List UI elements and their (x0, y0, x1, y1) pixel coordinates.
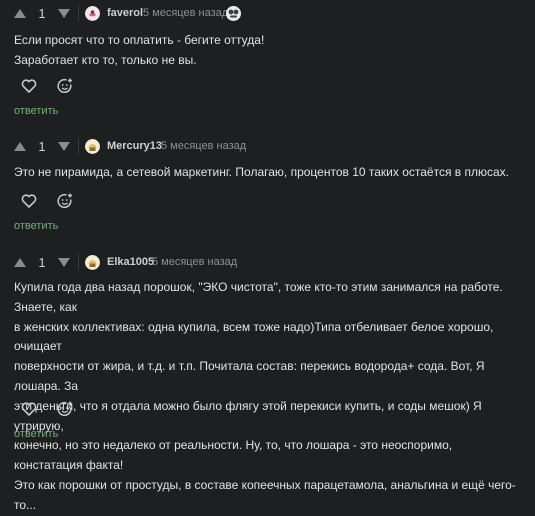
comment-line: в женских коллективах: одна купила, всем… (14, 319, 494, 354)
score: 1 (38, 254, 46, 270)
heart-icon[interactable] (20, 400, 38, 418)
emoji-add-icon[interactable] (56, 400, 74, 418)
comment-line: поверхности от жира, и т.д. и т.п. Почит… (14, 359, 485, 393)
avatar[interactable] (85, 139, 100, 154)
author-name[interactable]: Mercury13 (107, 140, 162, 152)
arrow-down-icon[interactable] (57, 8, 70, 18)
user-badge-icon (226, 6, 241, 21)
divider (78, 5, 79, 21)
reply-link[interactable]: ответить (14, 105, 58, 117)
comment-date: 5 месяцев назад (152, 256, 238, 268)
arrow-down-icon[interactable] (57, 257, 70, 267)
divider (78, 138, 79, 154)
vote-bar: 1 (14, 135, 70, 157)
heart-icon[interactable] (20, 77, 38, 95)
emoji-add-icon[interactable] (56, 77, 74, 95)
comment-date: 5 месяцев назад (143, 7, 229, 19)
arrow-down-icon[interactable] (57, 141, 70, 151)
comment-line: Если просят что то оплатить - бегите отт… (14, 33, 265, 47)
vote-bar: 1 (14, 251, 70, 273)
comment-date: 5 месяцев назад (161, 140, 247, 152)
reply-link[interactable]: ответить (14, 428, 58, 440)
vote-bar: 1 (14, 2, 70, 24)
avatar[interactable] (85, 255, 100, 270)
heart-icon[interactable] (20, 192, 38, 210)
comment-line: Заработает кто то, только не вы. (14, 52, 197, 67)
comment-line: эти деньги, что я отдала можно было фляг… (14, 398, 482, 433)
comment-line: Это не пирамида, а сетевой маркетинг. По… (14, 165, 509, 179)
arrow-up-icon[interactable] (14, 141, 26, 151)
avatar[interactable] (85, 6, 100, 21)
arrow-up-icon[interactable] (14, 8, 26, 18)
author-name[interactable]: Elka1005 (107, 256, 154, 268)
emoji-add-icon[interactable] (56, 192, 74, 210)
arrow-up-icon[interactable] (14, 257, 26, 267)
comment-text: Это не пирамида, а сетевой маркетинг. По… (14, 163, 519, 183)
score: 1 (38, 5, 46, 21)
comment-line: конечно, но это недалеко от реальности. … (14, 438, 453, 473)
reply-link[interactable]: ответить (14, 220, 58, 232)
score: 1 (38, 138, 46, 154)
divider (78, 254, 79, 270)
author-name[interactable]: faverol (107, 7, 143, 19)
comment-line: Это как порошки от простуды, в составе к… (14, 477, 516, 512)
comment-text: Купила года два назад порошок, "ЭКО чист… (14, 278, 519, 516)
comment-text: Если просят что то оплатить - бегите отт… (14, 31, 519, 71)
comment-line: Купила года два назад порошок, "ЭКО чист… (14, 280, 503, 314)
